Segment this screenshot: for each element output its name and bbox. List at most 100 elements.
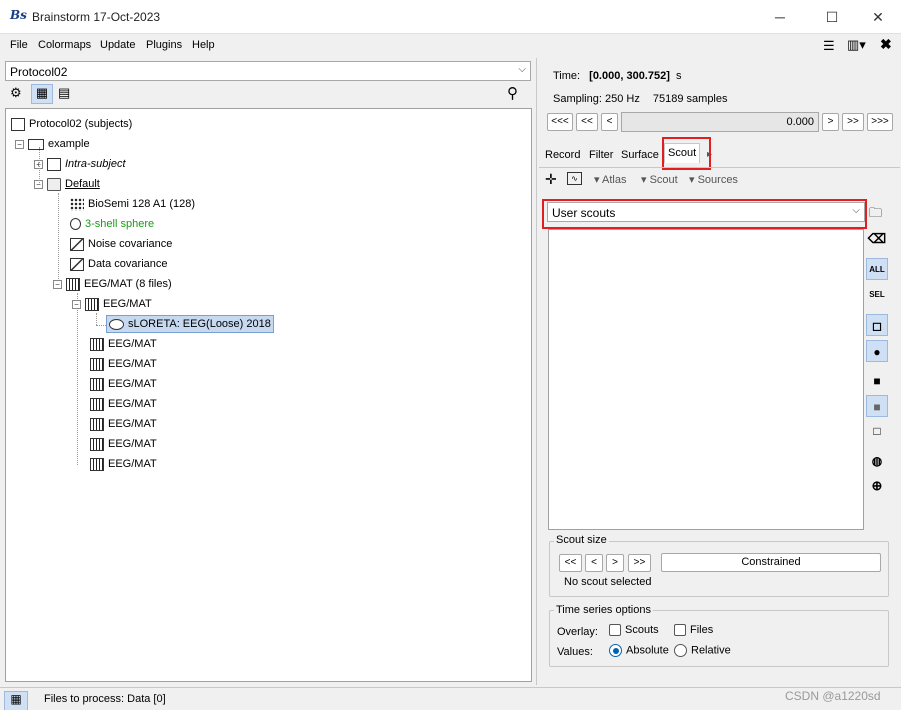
folder-open-icon: [47, 177, 61, 191]
scout-size-shrink-fast-button[interactable]: <<: [559, 554, 582, 572]
view-conditions-icon[interactable]: ▤: [58, 85, 76, 103]
close-button[interactable]: ✕: [865, 6, 891, 28]
show-selected-button[interactable]: SEL: [866, 284, 888, 306]
scout-contour-icon[interactable]: ◻: [866, 314, 888, 336]
menu-plugins[interactable]: Plugins: [146, 39, 182, 51]
eeg-data-icon: [90, 417, 104, 431]
folder-open-icon[interactable]: 🗀: [869, 204, 882, 226]
tree-root[interactable]: Protocol02 (subjects): [11, 115, 132, 133]
intra-subject-icon: [47, 157, 61, 171]
overlay-label: Overlay:: [557, 626, 598, 638]
time-series-group: [549, 610, 889, 667]
tree-intra-subject[interactable]: + Intra-subject: [34, 155, 126, 173]
highlight-box: [542, 199, 867, 229]
relative-radio[interactable]: Relative: [674, 644, 731, 657]
tree-eeg-item[interactable]: EEG/MAT: [90, 455, 157, 473]
tree-eeg-item[interactable]: EEG/MAT: [90, 375, 157, 393]
values-label: Values:: [557, 646, 593, 658]
tree-noise-cov[interactable]: Noise covariance: [70, 235, 172, 253]
color-icon[interactable]: ◍: [866, 450, 888, 472]
menu-bar: File Colormaps Update Plugins Help ☰ ▥▾ …: [0, 34, 901, 58]
menu-update[interactable]: Update: [100, 39, 135, 51]
scout-list[interactable]: [548, 229, 864, 530]
current-time-field[interactable]: 0.000: [621, 112, 819, 132]
brain-icon: [109, 318, 124, 330]
sources-menu[interactable]: ▾ Sources: [689, 173, 738, 186]
time-fast-back-button[interactable]: <<: [576, 113, 598, 131]
covariance-icon: [70, 257, 84, 271]
no-fill-icon[interactable]: □: [866, 420, 888, 442]
eeg-data-icon: [90, 457, 104, 471]
eraser-icon[interactable]: ⌫: [866, 228, 888, 250]
sampling-info: Sampling: 250 Hz 75189 samples: [553, 93, 728, 105]
protocol-select[interactable]: Protocol02 ⌵: [5, 61, 531, 81]
subject-icon: [28, 138, 44, 150]
add-scout-icon[interactable]: ✛: [545, 171, 557, 188]
view-subjects-icon[interactable]: ▦: [31, 84, 53, 104]
maximize-button[interactable]: ☐: [819, 6, 845, 28]
tree-subject[interactable]: − example: [15, 135, 90, 153]
show-all-button[interactable]: ALL: [866, 258, 888, 280]
menu-help[interactable]: Help: [192, 39, 215, 51]
time-fast-forward-button[interactable]: >>: [842, 113, 864, 131]
eeg-data-icon: [90, 437, 104, 451]
time-back-button[interactable]: <: [601, 113, 618, 131]
close-all-icon[interactable]: ✖: [880, 36, 892, 53]
time-readout: Time: [0.000, 300.752] s: [553, 70, 682, 82]
tree-headmodel[interactable]: 3-shell sphere: [70, 215, 154, 233]
scout-menu[interactable]: ▾ Scout: [641, 173, 678, 186]
layout-list-icon[interactable]: ☰: [823, 38, 835, 54]
tree-eeg-group[interactable]: − EEG/MAT (8 files): [53, 275, 172, 293]
tree-eeg-item[interactable]: EEG/MAT: [90, 415, 157, 433]
protocol-icon: [11, 117, 25, 131]
title-bar: Bs Brainstorm 17-Oct-2023 ─ ☐ ✕: [0, 0, 901, 34]
eeg-data-icon: [90, 377, 104, 391]
tab-record[interactable]: Record: [542, 146, 583, 166]
scout-size-shrink-button[interactable]: <: [585, 554, 603, 572]
window-title: Brainstorm 17-Oct-2023: [32, 10, 161, 24]
chevron-down-icon: ⌵: [518, 64, 526, 75]
overlay-files-checkbox[interactable]: Files: [674, 624, 713, 637]
minimize-button[interactable]: ─: [767, 6, 793, 28]
tree-eeg-item[interactable]: EEG/MAT: [90, 395, 157, 413]
time-first-button[interactable]: <<<: [547, 113, 573, 131]
tree-channels[interactable]: BioSemi 128 A1 (128): [70, 195, 195, 213]
menu-colormaps[interactable]: Colormaps: [38, 39, 91, 51]
opaque-fill-icon[interactable]: ■: [866, 370, 888, 392]
eeg-data-icon: [90, 357, 104, 371]
tab-filter[interactable]: Filter: [586, 146, 616, 166]
database-tree: Protocol02 (subjects) − example + Intra-su…: [5, 108, 532, 682]
scout-size-grow-button[interactable]: >: [606, 554, 624, 572]
scout-seed-icon[interactable]: ●: [866, 340, 888, 362]
tree-eeg-item[interactable]: EEG/MAT: [90, 435, 157, 453]
view-functional-icon[interactable]: ⚙: [10, 85, 28, 103]
tree-source-result[interactable]: sLORETA: EEG(Loose) 2018: [106, 315, 274, 333]
atlas-menu[interactable]: ▾ Atlas: [594, 173, 626, 186]
time-last-button[interactable]: >>>: [867, 113, 893, 131]
constrained-button[interactable]: Constrained: [661, 553, 881, 572]
timeseries-icon[interactable]: ∿: [567, 172, 582, 185]
tree-eeg-first[interactable]: − EEG/MAT: [72, 295, 152, 313]
menu-file[interactable]: File: [10, 39, 28, 51]
tree-default[interactable]: − Default: [34, 175, 100, 193]
absolute-radio[interactable]: Absolute: [609, 644, 669, 657]
files-to-process: Files to process: Data [0]: [44, 693, 166, 705]
tree-eeg-item[interactable]: EEG/MAT: [90, 335, 157, 353]
scout-size-title: Scout size: [554, 534, 609, 546]
brain-view-icon[interactable]: ⊕: [866, 475, 888, 497]
highlight-box: [662, 137, 711, 170]
search-icon[interactable]: ⚲: [507, 84, 525, 102]
process-icon[interactable]: ▦: [4, 691, 28, 710]
scout-size-grow-fast-button[interactable]: >>: [628, 554, 651, 572]
transparent-fill-icon[interactable]: ■: [866, 395, 888, 417]
overlay-scouts-checkbox[interactable]: Scouts: [609, 624, 659, 637]
tree-eeg-item[interactable]: EEG/MAT: [90, 355, 157, 373]
scout-status: No scout selected: [564, 576, 652, 588]
time-forward-button[interactable]: >: [822, 113, 839, 131]
splitter[interactable]: [536, 58, 537, 685]
time-series-title: Time series options: [554, 604, 653, 616]
window-layout-icon[interactable]: ▥▾: [847, 37, 866, 53]
data-list-icon: [66, 277, 80, 291]
tab-surface[interactable]: Surface: [618, 146, 662, 166]
tree-data-cov[interactable]: Data covariance: [70, 255, 168, 273]
